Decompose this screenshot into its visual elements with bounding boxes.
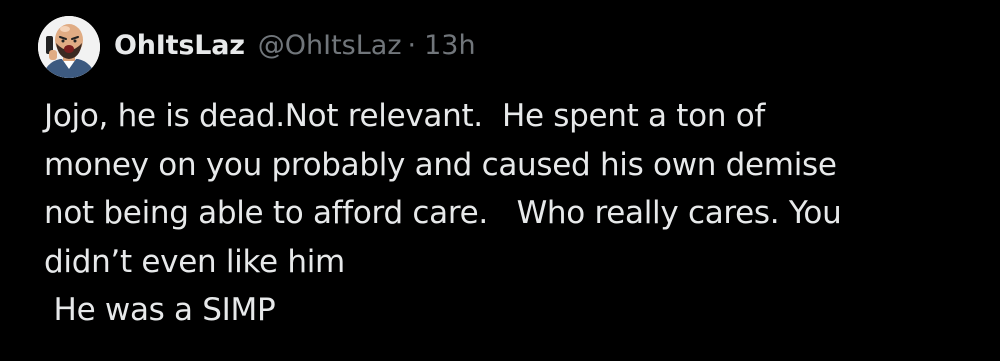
tweet-card[interactable]: OhItsLaz @OhItsLaz · 13h Jojo, he is dea… bbox=[0, 0, 1000, 361]
author-handle[interactable]: @OhItsLaz bbox=[258, 30, 402, 61]
tweet-text-line: didn’t even like him bbox=[44, 243, 345, 280]
tweet-text-line: He was a SIMP bbox=[44, 292, 276, 328]
author-display-name[interactable]: OhItsLaz bbox=[114, 30, 245, 61]
tweet-text: Jojo, he is dead.Not relevant. He spent … bbox=[44, 92, 984, 335]
separator-dot: · bbox=[407, 29, 417, 61]
tweet-text-line: Jojo, he is dead.Not relevant. He spent … bbox=[44, 98, 766, 134]
tweet-header: OhItsLaz @OhItsLaz · 13h bbox=[114, 25, 476, 65]
tweet-text-line: not being able to afford care. Who reall… bbox=[44, 195, 842, 231]
cartoon-man-phone-avatar-icon bbox=[38, 16, 100, 78]
tweet-text-line: money on you probably and caused his own… bbox=[44, 146, 837, 183]
tweet-timestamp[interactable]: 13h bbox=[424, 30, 475, 61]
avatar[interactable] bbox=[38, 16, 100, 78]
